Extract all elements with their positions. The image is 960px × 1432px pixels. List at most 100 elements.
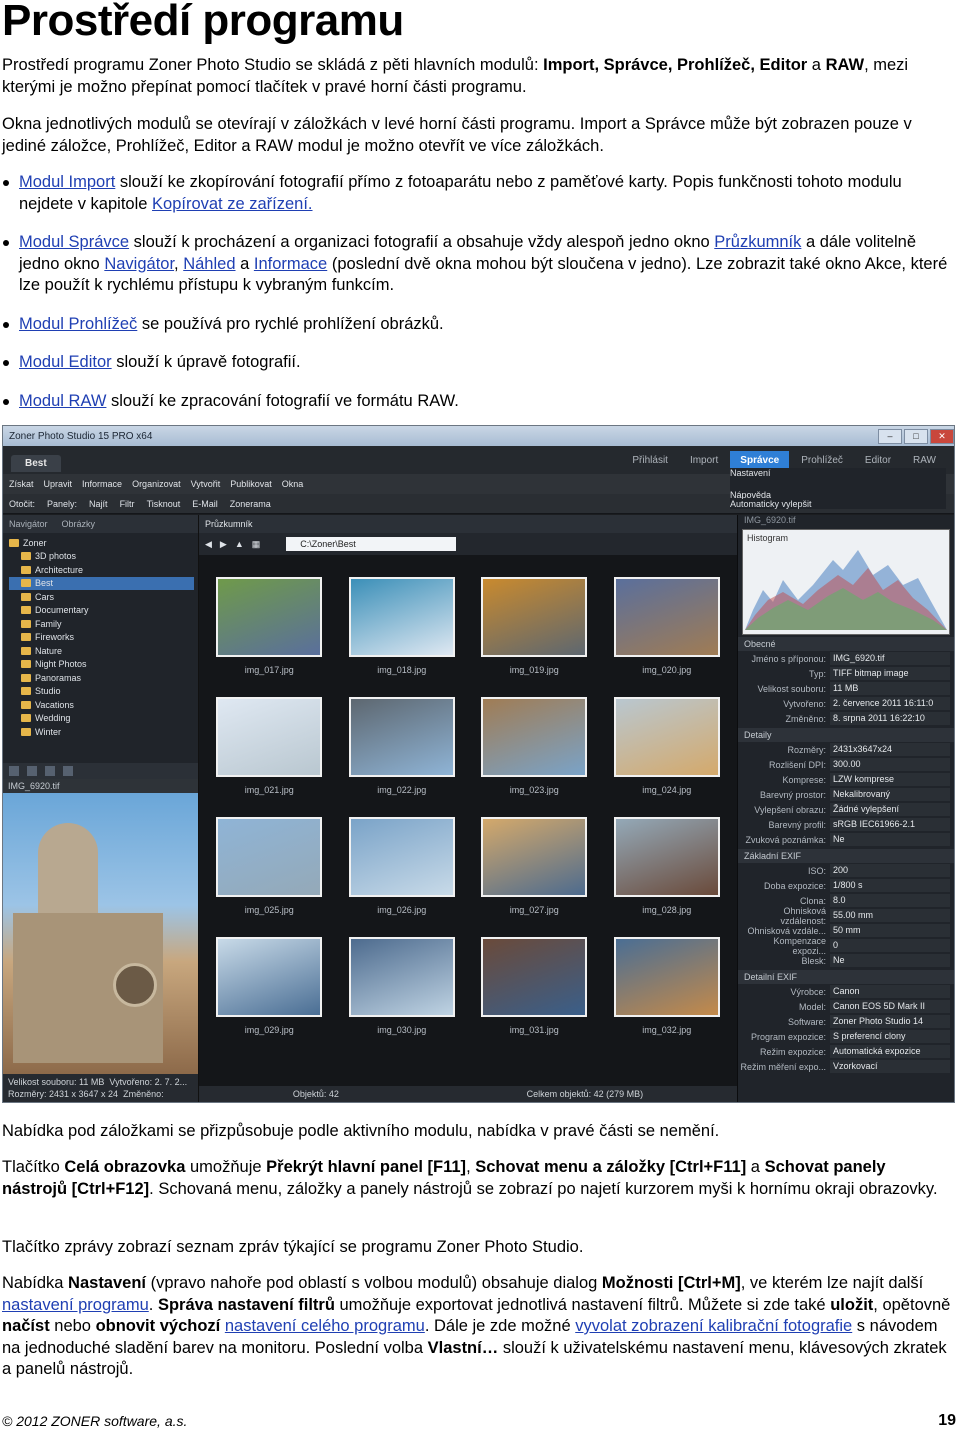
property-value[interactable]: 200 [830, 864, 950, 877]
thumbnail-item[interactable]: img_030.jpg [336, 919, 469, 1039]
forward-icon[interactable]: ▶ [220, 539, 227, 550]
property-value[interactable]: 0 [830, 939, 950, 952]
tool-email[interactable]: E-Mail [192, 499, 218, 509]
thumbnail-item[interactable]: img_032.jpg [601, 919, 734, 1039]
thumbnail-item[interactable]: img_029.jpg [203, 919, 336, 1039]
property-value[interactable]: sRGB IEC61966-2.1 [830, 818, 950, 831]
view-mode-icon[interactable]: ▦ [252, 539, 261, 550]
tree-node[interactable]: Studio [9, 685, 194, 699]
thumbnail-item[interactable]: img_021.jpg [203, 679, 336, 799]
link-nastaveni-celeho-programu[interactable]: nastavení celého programu [225, 1317, 425, 1335]
module-import[interactable]: Import [680, 451, 728, 470]
menu-okna[interactable]: Okna [282, 479, 304, 489]
property-value[interactable]: 11 MB [830, 682, 950, 695]
tab-navigator[interactable]: Navigátor [9, 519, 48, 529]
thumbnail-item[interactable]: img_027.jpg [468, 799, 601, 919]
property-value[interactable]: Nekalibrovaný [830, 788, 950, 801]
property-value[interactable]: IMG_6920.tif [830, 652, 950, 665]
property-value[interactable]: 1/800 s [830, 879, 950, 892]
tool-filter[interactable]: Filtr [120, 499, 135, 509]
link-modul-editor[interactable]: Modul Editor [19, 353, 112, 371]
thumbnail-item[interactable]: img_020.jpg [601, 559, 734, 679]
tool-panels[interactable]: Panely: [47, 499, 77, 509]
link-modul-import[interactable]: Modul Import [19, 173, 115, 191]
tree-node[interactable]: Family [9, 617, 194, 631]
thumbnail-item[interactable]: img_028.jpg [601, 799, 734, 919]
tree-tool-icon[interactable] [63, 766, 73, 776]
thumbnail-item[interactable]: img_026.jpg [336, 799, 469, 919]
close-button[interactable]: ✕ [930, 428, 954, 444]
menu-ziskat[interactable]: Získat [9, 479, 34, 489]
link-modul-prohlizec[interactable]: Modul Prohlížeč [19, 315, 137, 333]
thumbnail-item[interactable]: img_024.jpg [601, 679, 734, 799]
property-value[interactable]: Ne [830, 833, 950, 846]
link-pruzkumnik[interactable]: Průzkumník [714, 233, 801, 251]
property-value[interactable]: 50 mm [830, 924, 950, 937]
property-value[interactable]: Ne [830, 954, 950, 967]
menu-nastaveni[interactable]: Nastavení [730, 468, 946, 478]
module-prohlizec[interactable]: Prohlížeč [791, 451, 853, 470]
tree-node[interactable]: Cars [9, 590, 194, 604]
tool-find[interactable]: Najít [89, 499, 108, 509]
tool-zonerama[interactable]: Zonerama [230, 499, 271, 509]
module-raw[interactable]: RAW [903, 451, 946, 470]
property-value[interactable]: Canon EOS 5D Mark II [830, 1000, 950, 1013]
section-detailni-exif[interactable]: Detailní EXIF [738, 970, 954, 984]
up-folder-icon[interactable]: ▲ [235, 539, 244, 549]
property-value[interactable]: S preferencí clony [830, 1030, 950, 1043]
tree-node[interactable]: Winter [9, 725, 194, 739]
tool-print[interactable]: Tisknout [147, 499, 181, 509]
property-value[interactable]: LZW komprese [830, 773, 950, 786]
thumbnail-item[interactable]: img_022.jpg [336, 679, 469, 799]
property-value[interactable]: 55.00 mm [830, 909, 950, 922]
link-modul-spravce[interactable]: Modul Správce [19, 233, 129, 251]
thumbnail-item[interactable]: img_031.jpg [468, 919, 601, 1039]
tab-best[interactable]: Best [11, 454, 61, 472]
tab-obrazky[interactable]: Obrázky [62, 519, 96, 529]
property-value[interactable]: 8.0 [830, 894, 950, 907]
tool-rotate[interactable]: Otočit: [9, 499, 35, 509]
tree-node[interactable]: Panoramas [9, 671, 194, 685]
menu-vytvorit[interactable]: Vytvořit [191, 479, 221, 489]
tree-node[interactable]: 3D photos [9, 550, 194, 564]
property-value[interactable]: Zoner Photo Studio 14 [830, 1015, 950, 1028]
tool-auto-enhance[interactable]: Automaticky vylepšit [730, 499, 946, 509]
tree-node[interactable]: Documentary [9, 604, 194, 618]
property-value[interactable]: 2. července 2011 16:11:0 [830, 697, 950, 710]
thumbnail-item[interactable]: img_018.jpg [336, 559, 469, 679]
tree-node[interactable]: Wedding [9, 712, 194, 726]
thumbnail-item[interactable]: img_023.jpg [468, 679, 601, 799]
property-value[interactable]: 8. srpna 2011 16:22:10 [830, 712, 950, 725]
link-informace[interactable]: Informace [254, 255, 327, 273]
menu-upravit[interactable]: Upravit [44, 479, 73, 489]
link-navigator[interactable]: Navigátor [104, 255, 174, 273]
property-value[interactable]: Vzorkovací [830, 1060, 950, 1073]
tree-node[interactable]: Fireworks [9, 631, 194, 645]
section-zakladni-exif[interactable]: Základní EXIF [738, 849, 954, 863]
property-value[interactable]: 2431x3647x24 [830, 743, 950, 756]
module-editor[interactable]: Editor [855, 451, 901, 470]
tree-node[interactable]: Zoner [9, 536, 194, 550]
property-value[interactable]: TIFF bitmap image [830, 667, 950, 680]
back-icon[interactable]: ◀ [205, 539, 212, 550]
tree-node-selected[interactable]: Best [9, 576, 194, 590]
section-obecne[interactable]: Obecné [738, 637, 954, 651]
link-modul-raw[interactable]: Modul RAW [19, 392, 106, 410]
section-detaily[interactable]: Detaily [738, 728, 954, 742]
menu-informace[interactable]: Informace [82, 479, 122, 489]
module-spravce[interactable]: Správce [730, 450, 790, 470]
tree-node[interactable]: Vacations [9, 698, 194, 712]
thumbnail-item[interactable]: img_017.jpg [203, 559, 336, 679]
property-value[interactable]: Žádné vylepšení [830, 803, 950, 816]
menu-organizovat[interactable]: Organizovat [132, 479, 181, 489]
tree-tool-icon[interactable] [45, 766, 55, 776]
tree-tool-icon[interactable] [9, 766, 19, 776]
tree-node[interactable]: Nature [9, 644, 194, 658]
maximize-button[interactable]: □ [904, 428, 928, 444]
link-kopirovat-ze-zarizeni[interactable]: Kopírovat ze zařízení. [152, 195, 313, 213]
property-value[interactable]: 300.00 [830, 758, 950, 771]
tree-tool-icon[interactable] [27, 766, 37, 776]
link-nastaveni-programu[interactable]: nastavení programu [2, 1296, 149, 1314]
tree-node[interactable]: Architecture [9, 563, 194, 577]
property-value[interactable]: Automatická expozice [830, 1045, 950, 1058]
